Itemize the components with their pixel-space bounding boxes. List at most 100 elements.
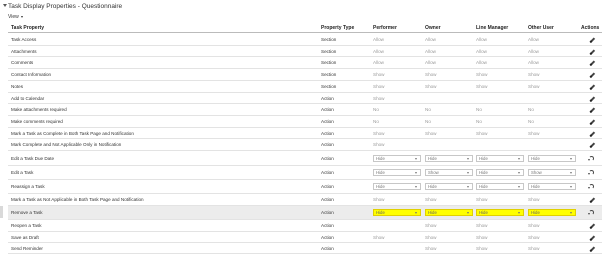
table-row[interactable]: Notes Section Show Show Show Show bbox=[8, 81, 602, 93]
table-row[interactable]: Mark Complete and Not Applicable Only in… bbox=[8, 139, 602, 151]
edit-button[interactable] bbox=[588, 196, 596, 204]
edit-button[interactable] bbox=[588, 234, 596, 242]
edit-button[interactable] bbox=[588, 36, 596, 44]
performer-value: Show bbox=[373, 131, 385, 136]
table-row[interactable]: Edit a Task Due Date Action Hide Hide Hide Hi… bbox=[8, 151, 602, 166]
edit-button[interactable] bbox=[588, 245, 596, 253]
line-manager-value: Show bbox=[476, 84, 488, 89]
property-type-label: Section bbox=[321, 72, 337, 77]
table-row[interactable]: Mark a Task as Not Applicable in Both Ta… bbox=[8, 194, 602, 206]
undo-button[interactable] bbox=[588, 209, 596, 217]
line-manager-value: Show bbox=[476, 246, 488, 251]
owner-select[interactable]: Hide bbox=[425, 209, 473, 216]
property-type-label: Action bbox=[321, 235, 334, 240]
property-type-label: Action bbox=[321, 142, 334, 147]
edit-button[interactable] bbox=[588, 71, 596, 79]
undo-icon bbox=[588, 170, 594, 175]
task-property-label: Mark a Task as Not Applicable in Both Ta… bbox=[11, 197, 144, 202]
task-property-label: Send Reminder bbox=[11, 246, 43, 251]
task-property-label: Edit a Task Due Date bbox=[11, 156, 55, 161]
owner-value: Allow bbox=[425, 37, 436, 42]
edit-button[interactable] bbox=[588, 141, 596, 149]
select-value: Hide bbox=[479, 184, 488, 189]
edit-button[interactable] bbox=[588, 83, 596, 91]
column-header-actions: Actions bbox=[581, 25, 600, 31]
task-property-label: Add to Calendar bbox=[11, 96, 45, 101]
edit-button[interactable] bbox=[588, 130, 596, 138]
edit-button[interactable] bbox=[588, 118, 596, 126]
other-user-select[interactable]: Show bbox=[528, 169, 576, 176]
pencil-icon bbox=[590, 84, 595, 90]
edit-button[interactable] bbox=[588, 48, 596, 56]
table-row[interactable]: Save as Draft Action Show Show Show Show bbox=[8, 232, 602, 243]
table-row[interactable]: Comments Section Allow Allow Allow Allow bbox=[8, 57, 602, 69]
undo-button[interactable] bbox=[588, 183, 596, 191]
performer-value: No bbox=[373, 119, 379, 124]
line-manager-value: Show bbox=[476, 197, 488, 202]
other-user-value: Show bbox=[528, 131, 540, 136]
owner-select[interactable]: Hide bbox=[425, 183, 473, 190]
property-type-label: Action bbox=[321, 210, 334, 215]
table-row[interactable]: Send Reminder Action Show Show Show bbox=[8, 243, 602, 254]
undo-button[interactable] bbox=[588, 169, 596, 177]
column-header-other-user: Other User bbox=[528, 25, 554, 31]
table-row[interactable]: Reassign a Task Action Hide Hide Hide Hide bbox=[8, 180, 602, 194]
line-manager-value: Show bbox=[476, 235, 488, 240]
line-manager-value: Allow bbox=[476, 49, 487, 54]
undo-button[interactable] bbox=[588, 155, 596, 163]
line-manager-select[interactable]: Hide bbox=[476, 209, 524, 216]
chevron-down-icon bbox=[518, 158, 520, 160]
table-row[interactable]: Make attachments required Action No No No No bbox=[8, 104, 602, 116]
other-user-select[interactable]: Hide bbox=[528, 183, 576, 190]
edit-button[interactable] bbox=[588, 222, 596, 230]
table-row[interactable]: Remove a Task Action Hide Hide Hide Hide bbox=[8, 206, 602, 220]
table-row[interactable]: Contact Information Section Show Show Show Sh… bbox=[8, 69, 602, 81]
property-type-label: Action bbox=[321, 170, 334, 175]
select-value: Hide bbox=[479, 156, 488, 161]
select-value: Hide bbox=[376, 170, 385, 175]
performer-select[interactable]: Hide bbox=[373, 169, 421, 176]
other-user-value: Allow bbox=[528, 60, 539, 65]
performer-value: Allow bbox=[373, 60, 384, 65]
owner-select[interactable]: Show bbox=[425, 169, 473, 176]
line-manager-select[interactable]: Hide bbox=[476, 183, 524, 190]
edit-button[interactable] bbox=[588, 95, 596, 103]
edit-button[interactable] bbox=[588, 106, 596, 114]
task-property-label: Mark Complete and Not Applicable Only in… bbox=[11, 142, 122, 147]
performer-value: Show bbox=[373, 72, 385, 77]
pencil-icon bbox=[590, 96, 595, 102]
chevron-down-icon[interactable] bbox=[20, 15, 23, 18]
line-manager-select[interactable]: Hide bbox=[476, 155, 524, 162]
owner-value: Show bbox=[425, 84, 437, 89]
line-manager-select[interactable]: Hide bbox=[476, 169, 524, 176]
performer-select[interactable]: Hide bbox=[373, 155, 421, 162]
column-header-owner: Owner bbox=[425, 25, 441, 31]
task-property-label: Notes bbox=[11, 84, 24, 89]
select-value: Hide bbox=[531, 184, 540, 189]
table-row[interactable]: Attachments Section Allow Allow Allow Allow bbox=[8, 46, 602, 57]
view-menu[interactable]: View bbox=[8, 14, 23, 20]
chevron-down-icon bbox=[518, 172, 520, 174]
collapse-triangle-icon[interactable] bbox=[3, 4, 7, 7]
table-row[interactable]: Make comments required Action No No No No bbox=[8, 116, 602, 128]
chevron-down-icon bbox=[415, 186, 417, 188]
pencil-icon bbox=[590, 107, 595, 113]
table-row[interactable]: Add to Calendar Action Show bbox=[8, 93, 602, 104]
chevron-down-icon bbox=[570, 186, 572, 188]
chevron-down-icon bbox=[467, 212, 469, 214]
row-scroll-handle[interactable] bbox=[0, 206, 3, 218]
other-user-select[interactable]: Hide bbox=[528, 155, 576, 162]
chevron-down-icon bbox=[518, 186, 520, 188]
table-row[interactable]: Edit a Task Action Hide Show Hide Show bbox=[8, 166, 602, 180]
edit-button[interactable] bbox=[588, 59, 596, 67]
table-row[interactable]: Task Access Section Allow Allow Allow Allow bbox=[8, 34, 602, 46]
table-row[interactable]: Mark a Task as Complete in Both Task Pag… bbox=[8, 128, 602, 139]
view-menu-label[interactable]: View bbox=[8, 14, 19, 20]
other-user-select[interactable]: Hide bbox=[528, 209, 576, 216]
table-row[interactable]: Reopen a Task Action Show Show Show bbox=[8, 220, 602, 232]
performer-select[interactable]: Hide bbox=[373, 183, 421, 190]
chevron-down-icon bbox=[415, 158, 417, 160]
owner-select[interactable]: Hide bbox=[425, 155, 473, 162]
owner-value: Show bbox=[425, 197, 437, 202]
performer-select[interactable]: Hide bbox=[373, 209, 421, 216]
